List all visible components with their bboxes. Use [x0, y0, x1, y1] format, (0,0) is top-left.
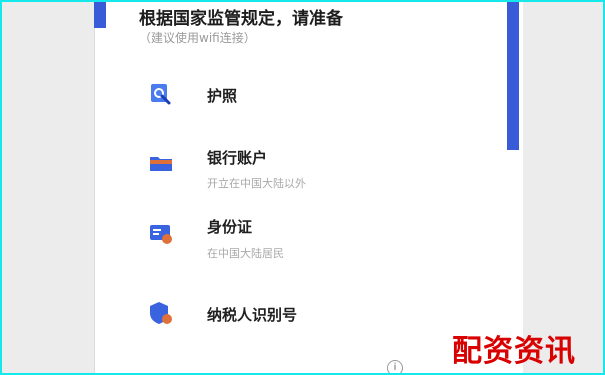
screenshot-frame: 图 图 网 根据国家监管规定，请准备 （建议使用wifi连接） 护照 银行账户 … [0, 0, 605, 375]
page-subtitle: （建议使用wifi连接） [139, 31, 256, 45]
list-item-title: 纳税人识别号 [207, 306, 298, 324]
list-item-title: 身份证 [207, 218, 253, 236]
info-icon[interactable]: i [387, 360, 403, 373]
passport-icon [148, 81, 174, 107]
list-item-subtitle: 在中国大陆居民 [207, 247, 284, 260]
tax-id-icon [148, 300, 174, 326]
id-card-icon [148, 220, 174, 246]
list-item-title: 护照 [207, 87, 238, 105]
list-item-title: 银行账户 [207, 149, 268, 167]
accent-bar-right [507, 2, 519, 150]
accent-bar-left [94, 2, 106, 28]
overlay-caption: 配资资讯 [452, 334, 576, 369]
bank-card-icon [148, 149, 174, 175]
list-item-subtitle: 开立在中国大陆以外 [207, 177, 306, 190]
page-title: 根据国家监管规定，请准备 [139, 9, 343, 29]
